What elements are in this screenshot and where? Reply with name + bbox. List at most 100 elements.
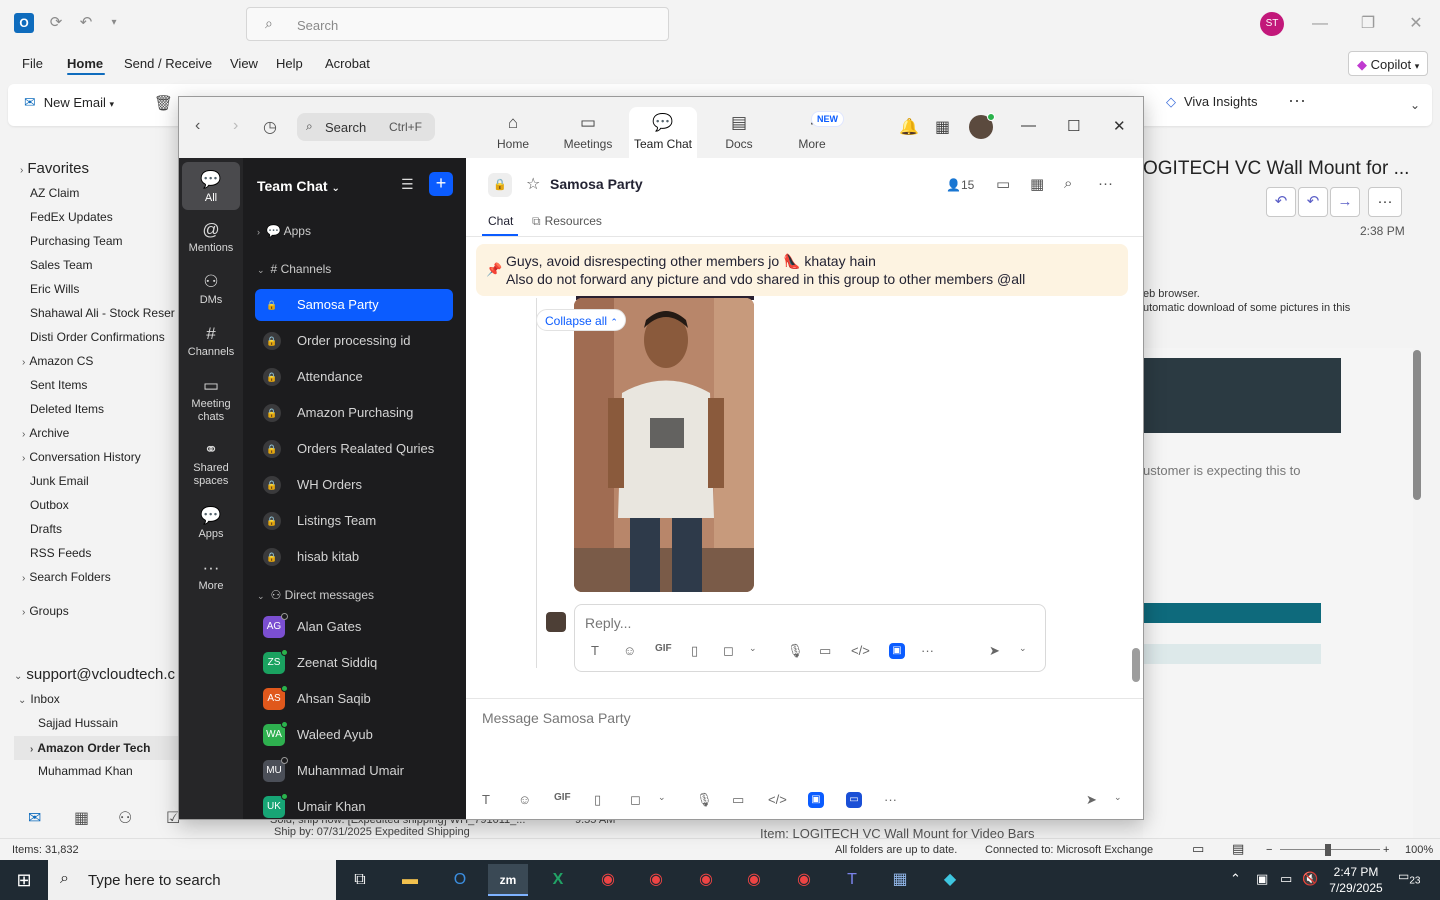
screenshot-icon[interactable]: ◻	[630, 792, 641, 808]
dm-item[interactable]: AG Alan Gates	[255, 611, 453, 643]
account-header[interactable]: ⌄ support@vcloudtech.c	[14, 666, 175, 683]
folder-item[interactable]: › Conversation History	[22, 450, 141, 464]
channel-item[interactable]: 🔒 hisab kitab	[255, 541, 453, 573]
reading-view-icon[interactable]: ▤	[1232, 841, 1244, 857]
rail-mentions[interactable]: @ Mentions	[182, 220, 240, 255]
channel-item[interactable]: 🔒 Attendance	[255, 361, 453, 393]
rail-shared-spaces[interactable]: ⚭ Shared spaces	[182, 440, 240, 488]
chevron-down-icon[interactable]: ⌄	[1114, 792, 1122, 803]
menu-view[interactable]: View	[230, 56, 258, 71]
channel-item[interactable]: 🔒 Orders Realated Quries	[255, 433, 453, 465]
microphone-icon[interactable]: 🎙	[696, 792, 713, 808]
video-call-icon[interactable]: ▭	[996, 175, 1010, 193]
menu-send-receive[interactable]: Send / Receive	[124, 56, 212, 71]
folder-item[interactable]: FedEx Updates	[30, 210, 113, 224]
apps-section[interactable]: › 💬 Apps	[257, 224, 311, 238]
folder-item[interactable]: Eric Wills	[30, 282, 79, 296]
folder-item[interactable]: Sales Team	[30, 258, 92, 272]
minimize-icon[interactable]: —	[1308, 12, 1332, 36]
zoom-in-icon[interactable]: +	[1383, 844, 1389, 856]
dm-item[interactable]: UK Umair Khan	[255, 791, 453, 819]
dm-item[interactable]: ZS Zeenat Siddiq	[255, 647, 453, 679]
folder-item[interactable]: Disti Order Confirmations	[30, 330, 165, 344]
chrome-taskbar-icon[interactable]: ◉	[734, 864, 774, 896]
more-options-icon[interactable]: ···	[921, 643, 934, 658]
viva-insights-button[interactable]: ◇ Viva Insights	[1166, 94, 1257, 110]
tab-meetings[interactable]: ▭ Meetings	[554, 107, 622, 158]
close-icon[interactable]: ✕	[1113, 117, 1126, 135]
video-message-icon[interactable]: ▭	[732, 792, 744, 808]
more-actions-icon[interactable]: ···	[1368, 187, 1402, 217]
teams-taskbar-icon[interactable]: T	[832, 864, 872, 896]
calculator-taskbar-icon[interactable]: ▦	[880, 864, 920, 896]
calendar-icon[interactable]: ▦	[1030, 175, 1044, 193]
forward-icon[interactable]: →	[1330, 187, 1360, 217]
text-format-icon[interactable]: T	[591, 643, 599, 658]
dm-item[interactable]: WA Waleed Ayub	[255, 719, 453, 751]
chevron-down-icon[interactable]: ⌄	[749, 643, 757, 654]
folder-item[interactable]: RSS Feeds	[30, 546, 91, 560]
tab-chat[interactable]: Chat	[488, 214, 513, 228]
account-avatar[interactable]: ST	[1260, 12, 1284, 36]
folder-item[interactable]: › Search Folders	[22, 570, 111, 584]
zoom-search-input[interactable]: ⌕ Search Ctrl+F	[297, 113, 435, 141]
star-icon[interactable]: ☆	[526, 174, 540, 194]
chevron-down-icon[interactable]: ⌄	[1019, 643, 1027, 654]
member-count[interactable]: 👤15	[946, 178, 974, 192]
channel-item[interactable]: 🔒 Samosa Party	[255, 289, 453, 321]
search-icon[interactable]: ⌕	[1064, 175, 1072, 192]
more-options-icon[interactable]: ···	[884, 792, 897, 807]
chrome-taskbar-icon[interactable]: ◉	[784, 864, 824, 896]
maximize-icon[interactable]: ❐	[1356, 12, 1380, 36]
folder-item[interactable]: Deleted Items	[30, 402, 104, 416]
scroll-thumb[interactable]	[1132, 648, 1140, 682]
folder-item[interactable]: Purchasing Team	[30, 234, 123, 248]
scroll-thumb[interactable]	[1413, 350, 1421, 500]
inbox-folder[interactable]: ⌄ Inbox	[18, 692, 60, 706]
folder-item-selected[interactable]: › Amazon Order Tech	[14, 736, 180, 760]
chrome-taskbar-icon[interactable]: ◉	[636, 864, 676, 896]
rail-channels[interactable]: # Channels	[182, 324, 240, 359]
channel-item[interactable]: 🔒 Order processing id	[255, 325, 453, 357]
folder-item[interactable]: Sajjad Hussain	[38, 716, 118, 730]
favorites-header[interactable]: › Favorites	[20, 160, 89, 177]
zoom-taskbar-icon[interactable]: zm	[488, 864, 528, 896]
dm-item[interactable]: AS Ahsan Saqib	[255, 683, 453, 715]
channels-section[interactable]: ⌄ # Channels	[257, 262, 331, 276]
new-chat-button[interactable]: +	[429, 172, 453, 196]
tab-docs[interactable]: ▤ Docs	[705, 107, 773, 158]
team-chat-dropdown[interactable]: Team Chat ⌄	[257, 178, 340, 194]
emoji-icon[interactable]: ☺	[518, 792, 531, 807]
maximize-icon[interactable]: ☐	[1067, 117, 1080, 135]
shared-photo[interactable]	[574, 298, 754, 592]
history-icon[interactable]: ◷	[263, 117, 277, 137]
send-icon[interactable]: ➤	[989, 643, 1000, 659]
zoom-out-icon[interactable]: −	[1266, 844, 1272, 856]
calendar-icon[interactable]: ▦	[935, 117, 950, 137]
more-options-icon[interactable]: ···	[1098, 175, 1113, 192]
forward-arrow-icon[interactable]: ›	[233, 117, 238, 135]
collapse-all-button[interactable]: Collapse all ⌃	[536, 309, 626, 331]
quick-access-chevron-icon[interactable]: ▾	[104, 13, 124, 33]
rail-apps[interactable]: 💬 Apps	[182, 506, 240, 541]
new-email-button[interactable]: ✉ New Email ▾	[24, 94, 114, 111]
chevron-down-icon[interactable]: ⌄	[658, 792, 666, 803]
folder-item[interactable]: › Archive	[22, 426, 69, 440]
calendar-icon[interactable]: ▦	[74, 808, 89, 828]
delete-icon[interactable]: 🗑	[154, 94, 173, 112]
folder-item[interactable]: Junk Email	[30, 474, 89, 488]
folder-item[interactable]: Drafts	[30, 522, 62, 536]
reply-all-icon[interactable]: ↶	[1298, 187, 1328, 217]
microphone-icon[interactable]: 🎙	[787, 643, 804, 659]
channel-item[interactable]: 🔒 Amazon Purchasing	[255, 397, 453, 429]
gif-icon[interactable]: GIF	[554, 792, 571, 803]
bell-icon[interactable]: 🔔	[899, 117, 919, 137]
tab-resources[interactable]: ⧉ Resources	[532, 214, 602, 229]
rail-more[interactable]: ··· More	[182, 558, 240, 593]
chrome-taskbar-icon[interactable]: ◉	[686, 864, 726, 896]
outlook-taskbar-icon[interactable]: O	[440, 864, 480, 896]
video-message-icon[interactable]: ▭	[819, 643, 831, 659]
dm-item[interactable]: MU Muhammad Umair	[255, 755, 453, 787]
copilot-button[interactable]: ◆ Copilot ▾	[1348, 51, 1428, 76]
taskbar-clock[interactable]: 2:47 PM 7/29/2025	[1327, 864, 1385, 896]
